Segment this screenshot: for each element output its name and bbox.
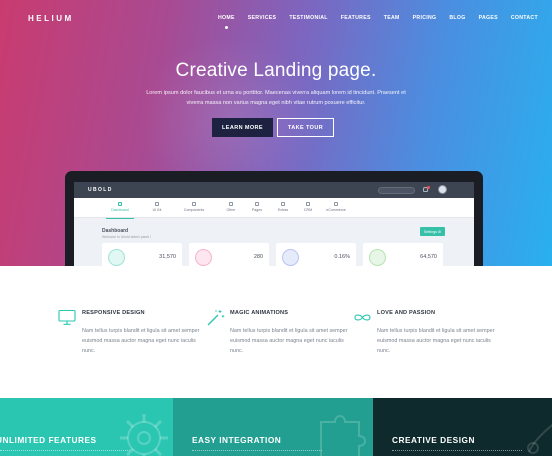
dashboard-menu-label: Other (226, 208, 236, 212)
dashboard-logo: UBOLD (88, 187, 113, 193)
laptop-mockup: UBOLD Dashboard UI Kit Components Other … (65, 171, 483, 266)
stat-value: 280 (253, 254, 263, 260)
stat-value: 64,570 (420, 254, 437, 260)
pages-icon (255, 202, 259, 206)
panel-title: CREATIVE DESIGN (392, 435, 475, 445)
dashboard-menu-item: eCommerce (316, 202, 356, 212)
active-menu-underline (106, 218, 134, 219)
hero-subtitle: Lorem ipsum dolor faucibus et urna eu po… (146, 90, 406, 106)
feature-title: LOVE AND PASSION (377, 310, 436, 316)
nav-item-pages[interactable]: PAGES (479, 15, 498, 21)
dashboard-icon (118, 202, 122, 206)
nav-item-blog[interactable]: BLOG (449, 15, 465, 21)
panel-text (192, 450, 322, 452)
learn-more-button[interactable]: LEARN MORE (212, 118, 273, 137)
panel-text (0, 450, 130, 452)
stat-card: 64,570 (363, 243, 443, 266)
stat-value: 31,570 (159, 254, 176, 260)
feature-title: MAGIC ANIMATIONS (230, 310, 289, 316)
nav-item-contact[interactable]: CONTACT (511, 15, 538, 21)
nav-item-testimonial[interactable]: TESTIMONIAL (289, 15, 327, 21)
other-icon (229, 202, 233, 206)
infinity-icon (354, 314, 371, 321)
ecommerce-icon (334, 202, 338, 206)
dashboard-search-input (378, 186, 415, 194)
brush-icon (527, 424, 552, 454)
dashboard-menu-item: Dashboard (100, 202, 140, 212)
components-icon (192, 202, 196, 206)
nav-item-features[interactable]: FEATURES (341, 15, 371, 21)
chart-icon (282, 249, 299, 266)
dashboard-menu: Dashboard UI Kit Components Other Pages … (74, 198, 474, 218)
ui-kit-icon (155, 202, 159, 206)
panel-title: EASY INTEGRATION (192, 435, 282, 445)
feature-title: RESPONSIVE DESIGN (82, 310, 145, 316)
dashboard-menu-label: UI Kit (152, 208, 162, 212)
stat-card: 280 (189, 243, 269, 266)
take-tour-button[interactable]: TAKE TOUR (277, 118, 334, 137)
panel-unlimited-features: UNLIMITED FEATURES (0, 398, 173, 456)
settings-label: Settings (423, 229, 437, 234)
feature-text: Nam tellus turpis blandit et ligula sit … (230, 328, 348, 354)
nav-menu: HOME SERVICES TESTIMONIAL FEATURES TEAM … (218, 15, 551, 29)
dashboard-topbar: UBOLD (74, 182, 474, 198)
feature-text: Nam tellus turpis blandit et ligula sit … (82, 328, 200, 354)
hero-title: Creative Landing page. (175, 60, 377, 81)
dashboard-menu-label: Components (183, 208, 205, 212)
extras-icon (281, 202, 285, 206)
nav-item-team[interactable]: TEAM (384, 15, 400, 21)
puzzle-icon (320, 415, 366, 456)
dashboard-title: Dashboard (102, 228, 129, 234)
crm-icon (306, 202, 310, 206)
dollar-icon (108, 249, 125, 266)
panel-easy-integration: EASY INTEGRATION (173, 398, 373, 456)
hero-section: HELIUM HOME SERVICES TESTIMONIAL FEATURE… (0, 0, 552, 266)
stat-card: 31,570 (102, 243, 182, 266)
dashboard-menu-label: Extras (277, 208, 289, 212)
monitor-icon (58, 309, 76, 325)
crown-icon (195, 249, 212, 266)
nav-item-home[interactable]: HOME (218, 15, 235, 29)
dashboard-menu-item: Components (174, 202, 214, 212)
panel-text (392, 450, 522, 452)
dashboard-menu-item: UI Kit (137, 202, 177, 212)
dashboard-screenshot: UBOLD Dashboard UI Kit Components Other … (74, 182, 474, 266)
dashboard-menu-label: Dashboard (111, 208, 129, 212)
notification-dot (427, 185, 430, 189)
top-navigation: HELIUM HOME SERVICES TESTIMONIAL FEATURE… (0, 0, 552, 38)
settings-button: Settings ⚙ (420, 227, 445, 236)
dashboard-subtitle: Welcome to Ubold admin panel ! (102, 235, 151, 239)
stat-card: 0.16% (276, 243, 356, 266)
stat-value: 0.16% (334, 254, 350, 260)
magic-wand-icon (207, 310, 225, 326)
eye-icon (369, 249, 386, 266)
panel-creative-design: CREATIVE DESIGN (373, 398, 552, 456)
nav-item-services[interactable]: SERVICES (248, 15, 277, 21)
nav-item-pricing[interactable]: PRICING (413, 15, 437, 21)
dashboard-menu-label: eCommerce (326, 208, 346, 212)
feature-text: Nam tellus turpis blandit et ligula sit … (377, 328, 495, 354)
dashboard-menu-label: Pages (251, 208, 263, 212)
dashboard-menu-label: CRM (303, 208, 313, 212)
panel-title: UNLIMITED FEATURES (0, 435, 97, 445)
brand-logo[interactable]: HELIUM (28, 14, 74, 23)
avatar (438, 185, 447, 194)
